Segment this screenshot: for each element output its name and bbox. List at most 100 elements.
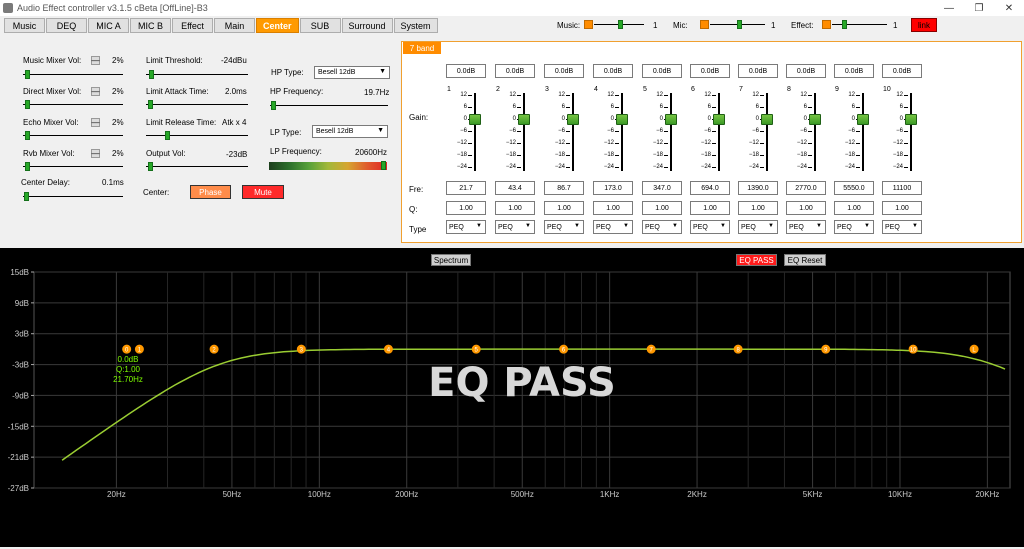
tab-mic-b[interactable]: MIC B xyxy=(130,18,171,33)
band-freq-input[interactable]: 86.7 xyxy=(544,181,584,195)
band-freq-input[interactable]: 43.4 xyxy=(495,181,535,195)
band-q-input[interactable]: 1.00 xyxy=(593,201,633,215)
slider-thumb[interactable] xyxy=(24,192,29,201)
band-freq-input[interactable]: 173.0 xyxy=(593,181,633,195)
direct-mixer-vol-minus-button[interactable]: — xyxy=(91,87,100,96)
limit-attack-slider[interactable] xyxy=(146,100,248,109)
band-type-dropdown[interactable]: PEQ ▼ xyxy=(786,220,826,234)
band-gain-slider[interactable]: 12 6 0 −6 −12 −18 −24 xyxy=(784,92,828,171)
restore-icon[interactable]: ❐ xyxy=(964,0,994,16)
slider-thumb[interactable] xyxy=(25,100,30,109)
lp-frequency-slider[interactable] xyxy=(269,161,387,170)
band-q-input[interactable]: 1.00 xyxy=(786,201,826,215)
band-gain-slider[interactable]: 12 6 0 −6 −12 −18 −24 xyxy=(493,92,537,171)
effect-master-slider[interactable] xyxy=(832,20,887,29)
music-mixer-vol-slider[interactable] xyxy=(23,70,123,79)
slider-thumb[interactable] xyxy=(148,100,153,109)
mute-button[interactable]: Mute xyxy=(242,185,284,199)
band-gain-slider[interactable]: 12 6 0 −6 −12 −18 −24 xyxy=(832,92,876,171)
band-gain-slider[interactable]: 12 6 0 −6 −12 −18 −24 xyxy=(736,92,780,171)
slider-thumb[interactable] xyxy=(842,20,847,29)
band-q-input[interactable]: 1.00 xyxy=(544,201,584,215)
band-freq-input[interactable]: 2770.0 xyxy=(786,181,826,195)
tab-effect[interactable]: Effect xyxy=(172,18,213,33)
slider-thumb[interactable] xyxy=(809,114,821,125)
tab-sub[interactable]: SUB xyxy=(299,18,341,33)
eq-reset-button[interactable]: EQ Reset xyxy=(784,254,826,266)
band-gain-slider[interactable]: 12 6 0 −6 −12 −18 −24 xyxy=(591,92,635,171)
slider-thumb[interactable] xyxy=(905,114,917,125)
lp-type-dropdown[interactable]: Besell 12dB ▼ xyxy=(312,125,388,138)
close-icon[interactable]: ✕ xyxy=(994,0,1024,16)
hp-type-dropdown[interactable]: Besell 12dB ▼ xyxy=(314,66,390,79)
band-tab[interactable]: 7 band xyxy=(403,42,441,54)
band-gain-box[interactable]: 0.0dB xyxy=(593,64,633,78)
minimize-icon[interactable]: — xyxy=(934,0,964,16)
mic-master-slider[interactable] xyxy=(710,20,765,29)
phase-button[interactable]: Phase xyxy=(190,185,231,199)
slider-thumb[interactable] xyxy=(618,20,623,29)
band-gain-box[interactable]: 0.0dB xyxy=(495,64,535,78)
slider-thumb[interactable] xyxy=(567,114,579,125)
band-freq-input[interactable]: 11100 xyxy=(882,181,922,195)
slider-thumb[interactable] xyxy=(737,20,742,29)
slider-thumb[interactable] xyxy=(25,70,30,79)
tab-center[interactable]: Center xyxy=(256,18,299,33)
effect-master-indicator[interactable] xyxy=(822,20,831,29)
band-q-input[interactable]: 1.00 xyxy=(642,201,682,215)
hp-frequency-slider[interactable] xyxy=(270,101,388,110)
band-type-dropdown[interactable]: PEQ ▼ xyxy=(690,220,730,234)
band-type-dropdown[interactable]: PEQ ▼ xyxy=(834,220,874,234)
band-gain-box[interactable]: 0.0dB xyxy=(834,64,874,78)
slider-thumb[interactable] xyxy=(25,131,30,140)
link-button[interactable]: link xyxy=(911,18,937,32)
band-gain-box[interactable]: 0.0dB xyxy=(544,64,584,78)
tab-surround[interactable]: Surround xyxy=(341,18,393,33)
band-gain-box[interactable]: 0.0dB xyxy=(786,64,826,78)
band-type-dropdown[interactable]: PEQ ▼ xyxy=(882,220,922,234)
limit-threshold-slider[interactable] xyxy=(146,70,248,79)
center-delay-slider[interactable] xyxy=(23,192,123,201)
band-gain-box[interactable]: 0.0dB xyxy=(738,64,778,78)
echo-mixer-vol-minus-button[interactable]: — xyxy=(91,118,100,127)
slider-thumb[interactable] xyxy=(149,70,154,79)
band-type-dropdown[interactable]: PEQ ▼ xyxy=(446,220,486,234)
band-q-input[interactable]: 1.00 xyxy=(738,201,778,215)
slider-thumb[interactable] xyxy=(25,162,30,171)
eq-response-graph[interactable]: 15dB 9dB 3dB -3dB -9dB -15dB -21dB -27dB 20Hz 50H… xyxy=(0,248,1024,547)
slider-thumb[interactable] xyxy=(857,114,869,125)
eq-pass-button[interactable]: EQ PASS xyxy=(736,254,777,266)
band-type-dropdown[interactable]: PEQ ▼ xyxy=(593,220,633,234)
rvb-mixer-vol-minus-button[interactable]: — xyxy=(91,149,100,158)
band-gain-slider[interactable]: 12 6 0 −6 −12 −18 −24 xyxy=(444,92,488,171)
band-gain-box[interactable]: 0.0dB xyxy=(690,64,730,78)
band-q-input[interactable]: 1.00 xyxy=(882,201,922,215)
slider-thumb[interactable] xyxy=(165,131,170,140)
band-q-input[interactable]: 1.00 xyxy=(690,201,730,215)
output-vol-slider[interactable] xyxy=(146,162,248,171)
band-freq-input[interactable]: 694.0 xyxy=(690,181,730,195)
rvb-mixer-vol-slider[interactable] xyxy=(23,162,123,171)
band-gain-slider[interactable]: 12 6 0 −6 −12 −18 −24 xyxy=(880,92,924,171)
band-gain-slider[interactable]: 12 6 0 −6 −12 −18 −24 xyxy=(640,92,684,171)
slider-thumb[interactable] xyxy=(148,162,153,171)
band-type-dropdown[interactable]: PEQ ▼ xyxy=(544,220,584,234)
music-master-slider[interactable] xyxy=(594,20,644,29)
slider-thumb[interactable] xyxy=(616,114,628,125)
band-gain-slider[interactable]: 12 6 0 −6 −12 −18 −24 xyxy=(542,92,586,171)
echo-mixer-vol-slider[interactable] xyxy=(23,131,123,140)
slider-thumb[interactable] xyxy=(761,114,773,125)
band-freq-input[interactable]: 347.0 xyxy=(642,181,682,195)
band-freq-input[interactable]: 21.7 xyxy=(446,181,486,195)
band-type-dropdown[interactable]: PEQ ▼ xyxy=(738,220,778,234)
tab-mic-a[interactable]: MIC A xyxy=(88,18,129,33)
band-gain-box[interactable]: 0.0dB xyxy=(642,64,682,78)
slider-thumb[interactable] xyxy=(381,161,386,170)
band-freq-input[interactable]: 1390.0 xyxy=(738,181,778,195)
slider-thumb[interactable] xyxy=(518,114,530,125)
band-freq-input[interactable]: 5550.0 xyxy=(834,181,874,195)
tab-music[interactable]: Music xyxy=(4,18,45,33)
mic-master-indicator[interactable] xyxy=(700,20,709,29)
band-gain-box[interactable]: 0.0dB xyxy=(882,64,922,78)
tab-system[interactable]: System xyxy=(393,18,438,33)
